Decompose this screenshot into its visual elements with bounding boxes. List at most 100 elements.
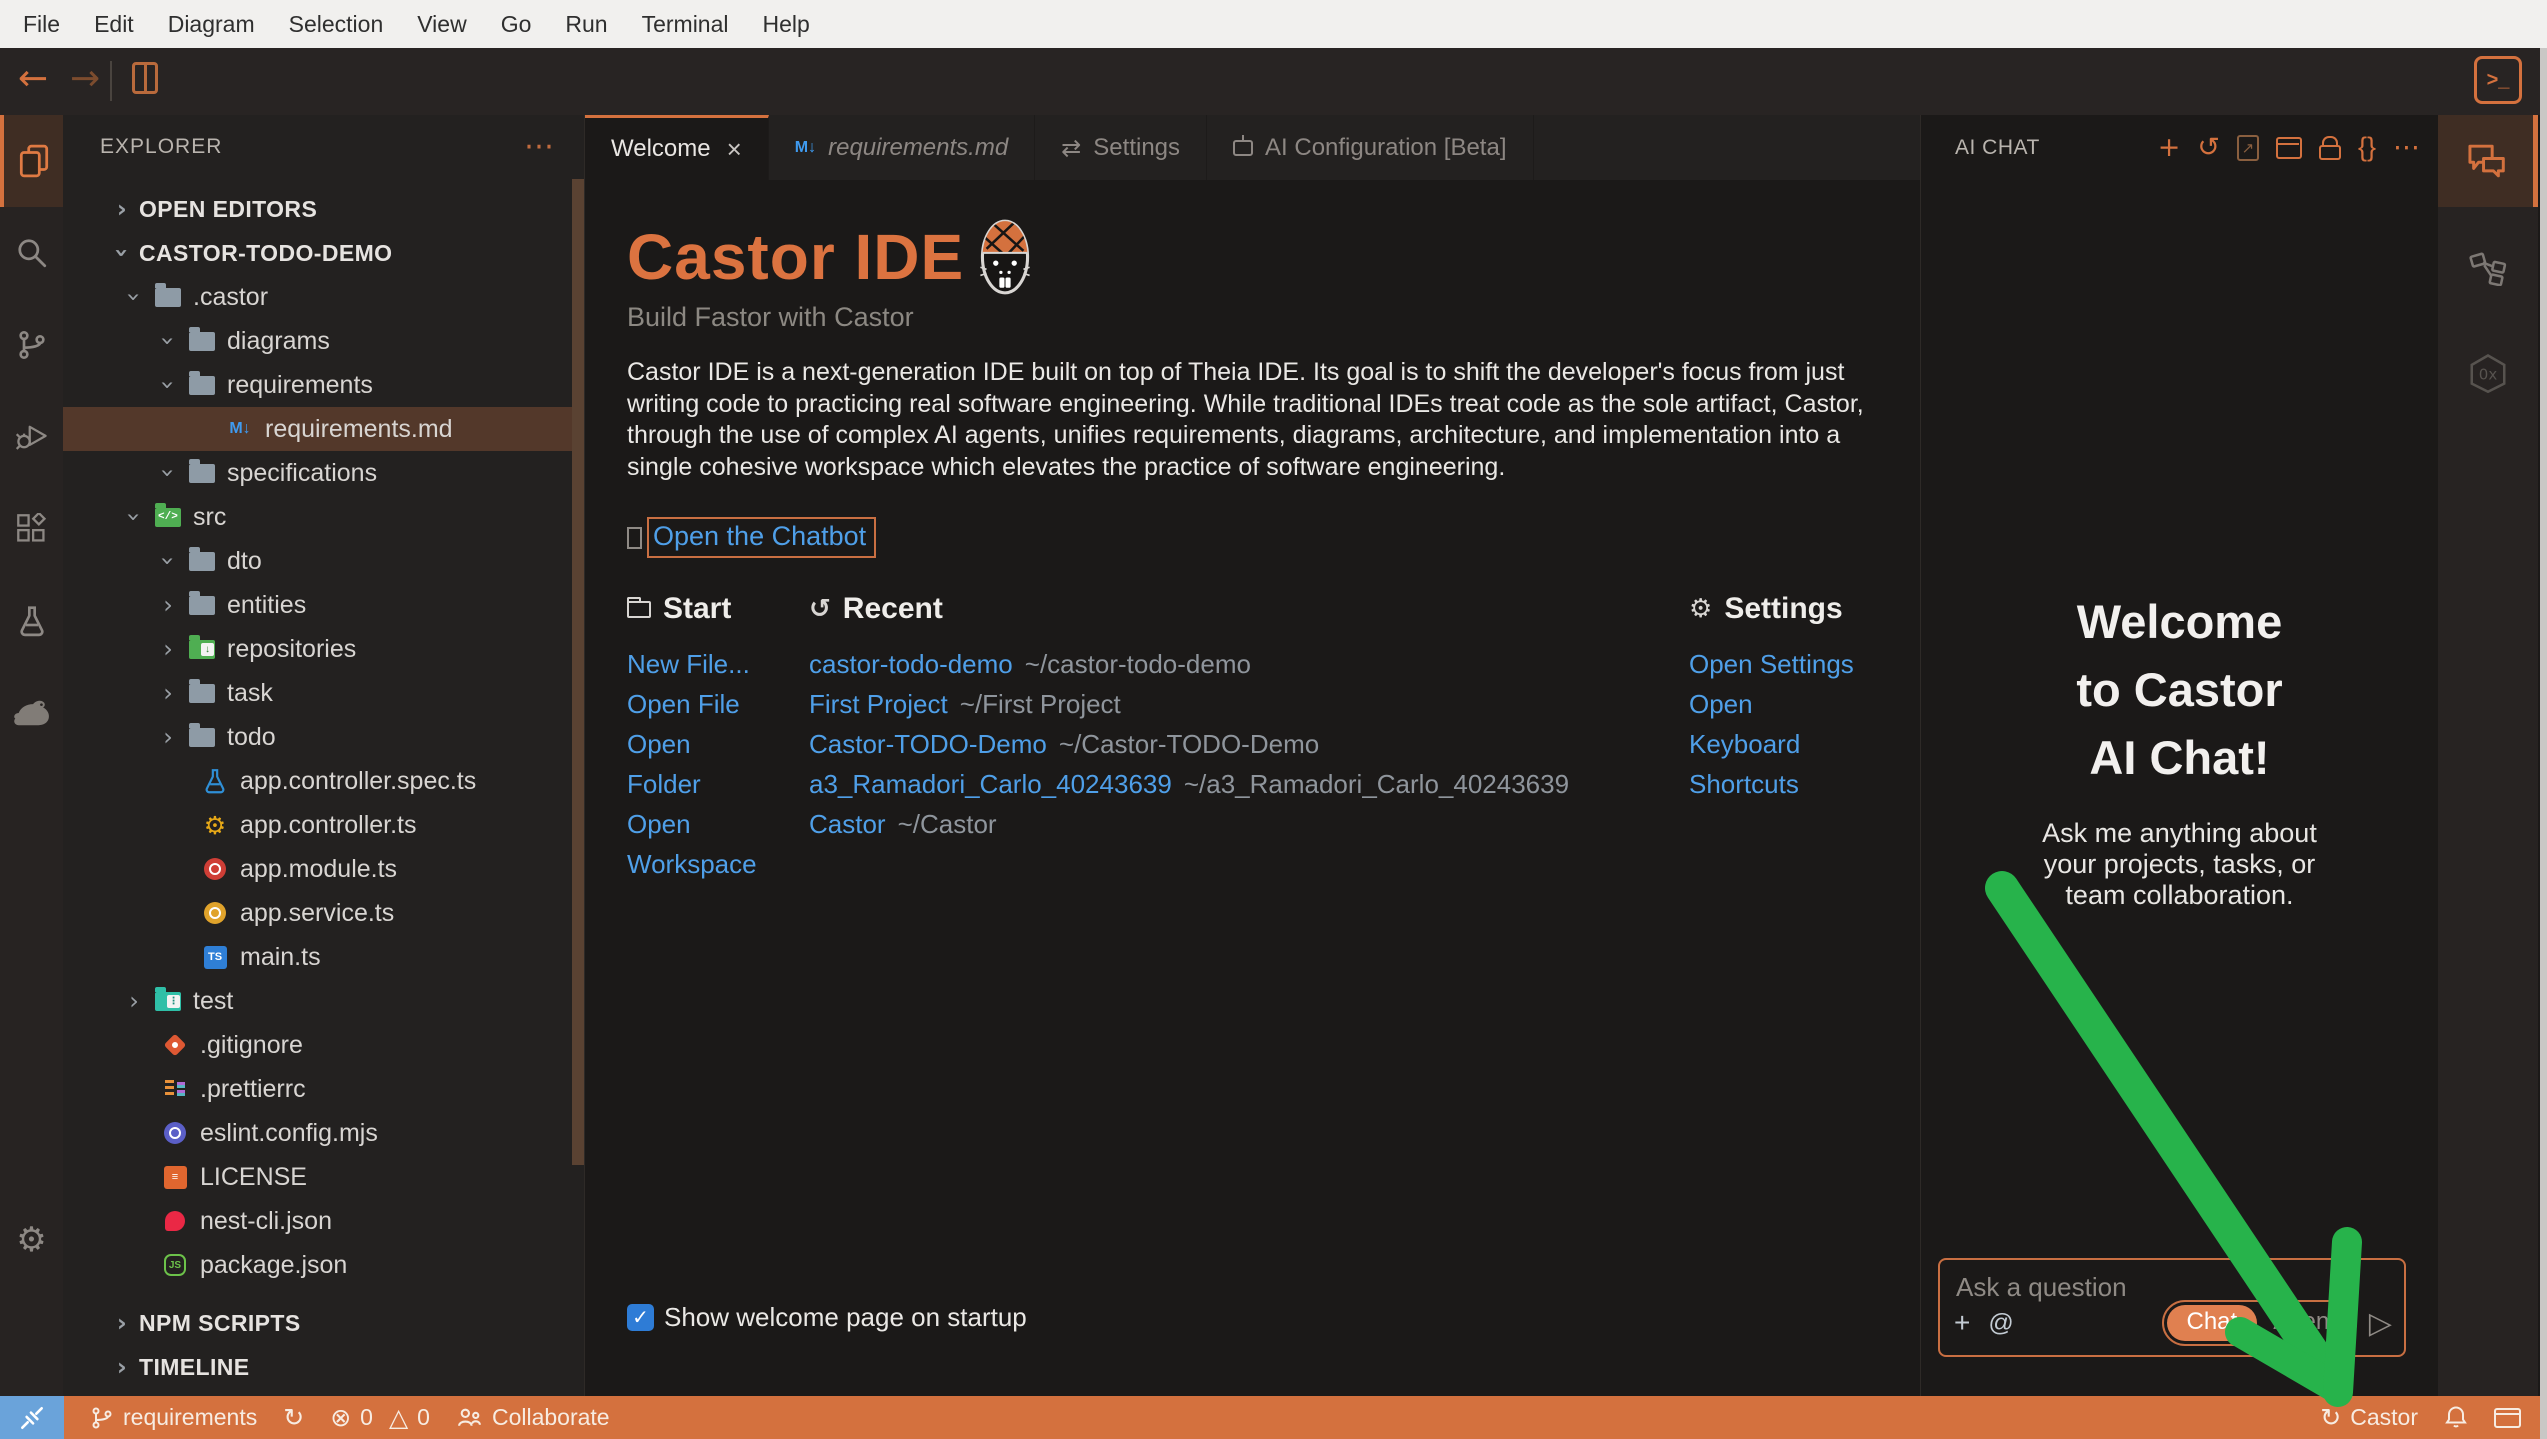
tree-item-requirements[interactable]: ›requirements: [63, 363, 584, 407]
tree-item-package-json[interactable]: JSpackage.json: [63, 1243, 584, 1287]
sidebar-item-testing[interactable]: [0, 575, 63, 667]
tab-ai-configuration-beta-[interactable]: AI Configuration [Beta]: [1207, 115, 1533, 180]
tree-item-test[interactable]: ›⋮test: [63, 979, 584, 1023]
back-arrow-icon[interactable]: ←: [18, 58, 48, 99]
sidebar-scrollbar[interactable]: [572, 179, 584, 1165]
recent-name[interactable]: a3_Ramadori_Carlo_40243639: [809, 769, 1172, 799]
tree-item--castor[interactable]: ›.castor: [63, 275, 584, 319]
menu-diagram[interactable]: Diagram: [151, 11, 272, 38]
sidebar-item-castor-beaver[interactable]: [0, 667, 63, 759]
recent-item[interactable]: castor-todo-demo~/castor-todo-demo: [809, 644, 1689, 684]
recent-item[interactable]: Castor-TODO-Demo~/Castor-TODO-Demo: [809, 724, 1689, 764]
recent-item[interactable]: a3_Ramadori_Carlo_40243639~/a3_Ramadori_…: [809, 764, 1689, 804]
more-icon[interactable]: ⋯: [2393, 132, 2420, 163]
link-open-folder[interactable]: Open Folder: [627, 724, 795, 804]
bell-icon[interactable]: [2444, 1404, 2468, 1431]
sidebar-item-diagram[interactable]: [2438, 223, 2538, 315]
show-welcome-checkbox[interactable]: ✓: [627, 1304, 654, 1331]
tree-item-app-controller-ts[interactable]: ⚙app.controller.ts: [63, 803, 584, 847]
braces-icon[interactable]: {}: [2358, 132, 2376, 163]
tree-item-license[interactable]: ≡LICENSE: [63, 1155, 584, 1199]
status-errors[interactable]: ⊗ 0: [330, 1403, 373, 1432]
sidebar-item-source-control[interactable]: [0, 299, 63, 391]
status-collaborate[interactable]: Collaborate: [456, 1404, 610, 1431]
tab-settings[interactable]: ⇄Settings: [1035, 115, 1207, 180]
mode-agent-button[interactable]: Agent: [2257, 1305, 2352, 1341]
recent-name[interactable]: castor-todo-demo: [809, 649, 1013, 679]
tree-item-src[interactable]: ›</>src: [63, 495, 584, 539]
tree-item-dto[interactable]: ›dto: [63, 539, 584, 583]
split-editor-icon[interactable]: [132, 62, 158, 94]
settings-gear-icon[interactable]: ⚙: [0, 1195, 63, 1285]
tab-requirements-md[interactable]: M↓requirements.md: [769, 115, 1035, 180]
open-chatbot-link[interactable]: Open the Chatbot: [647, 517, 876, 558]
tree-item-task[interactable]: ›task: [63, 671, 584, 715]
recent-name[interactable]: Castor-TODO-Demo: [809, 729, 1047, 759]
recent-item[interactable]: First Project~/First Project: [809, 684, 1689, 724]
sidebar-item-run-debug[interactable]: [0, 391, 63, 483]
sidebar-item-extensions[interactable]: [0, 483, 63, 575]
chat-input-box[interactable]: Ask a question + @ Chat Agent ▷: [1938, 1258, 2406, 1357]
link-open-settings[interactable]: Open Settings: [1689, 644, 1894, 684]
remote-indicator[interactable]: [0, 1396, 64, 1439]
tree-item-requirements-md[interactable]: M↓requirements.md: [63, 407, 584, 451]
tree-item-repositories[interactable]: ›↓repositories: [63, 627, 584, 671]
menu-help[interactable]: Help: [746, 11, 827, 38]
tree-item-label: app.controller.spec.ts: [240, 767, 476, 796]
link-open-keyboard-shortcuts[interactable]: Open Keyboard Shortcuts: [1689, 684, 1894, 804]
forward-arrow-icon[interactable]: →: [70, 58, 100, 99]
sidebar-item-hex[interactable]: 0x: [2438, 327, 2538, 419]
menu-go[interactable]: Go: [484, 11, 549, 38]
recent-name[interactable]: Castor: [809, 809, 886, 839]
tab-welcome[interactable]: Welcome×: [585, 115, 769, 180]
recent-name[interactable]: First Project: [809, 689, 948, 719]
history-icon[interactable]: ↺: [2197, 132, 2220, 163]
tree-item-app-module-ts[interactable]: app.module.ts: [63, 847, 584, 891]
tree-item-main-ts[interactable]: TSmain.ts: [63, 935, 584, 979]
toggle-panel-icon[interactable]: [2494, 1408, 2521, 1428]
terminal-icon[interactable]: >_: [2474, 56, 2522, 104]
tree-item-app-service-ts[interactable]: app.service.ts: [63, 891, 584, 935]
more-actions-icon[interactable]: ⋯: [524, 142, 554, 152]
tree-item-diagrams[interactable]: ›diagrams: [63, 319, 584, 363]
add-icon[interactable]: +: [2158, 132, 2181, 163]
tree-item-todo[interactable]: ›todo: [63, 715, 584, 759]
mention-at-icon[interactable]: @: [1988, 1309, 2013, 1338]
attach-plus-icon[interactable]: +: [1954, 1307, 1970, 1339]
tree-item-castor-todo-demo[interactable]: ›CASTOR-TODO-DEMO: [63, 231, 584, 275]
tree-item-eslint-config-mjs[interactable]: eslint.config.mjs: [63, 1111, 584, 1155]
window-scrollbar[interactable]: [2540, 48, 2547, 1439]
menu-selection[interactable]: Selection: [272, 11, 401, 38]
layout-panel-icon[interactable]: [2276, 137, 2302, 159]
status-castor-agent[interactable]: ↻ Castor: [2320, 1403, 2418, 1432]
link-open-file[interactable]: Open File: [627, 684, 795, 724]
tree-item--gitignore[interactable]: .gitignore: [63, 1023, 584, 1067]
send-icon[interactable]: ▷: [2369, 1306, 2392, 1341]
tree-item-npm-scripts[interactable]: ›NPM SCRIPTS: [63, 1301, 584, 1345]
sidebar-item-ai-chat[interactable]: [2438, 115, 2538, 207]
recent-item[interactable]: Castor~/Castor: [809, 804, 1689, 844]
tree-item-specifications[interactable]: ›specifications: [63, 451, 584, 495]
menu-edit[interactable]: Edit: [77, 11, 151, 38]
mode-chat-button[interactable]: Chat: [2167, 1305, 2258, 1341]
menu-run[interactable]: Run: [548, 11, 624, 38]
menu-terminal[interactable]: Terminal: [625, 11, 746, 38]
link-new-file-[interactable]: New File...: [627, 644, 795, 684]
tree-item-app-controller-spec-ts[interactable]: app.controller.spec.ts: [63, 759, 584, 803]
export-icon[interactable]: ↗: [2237, 135, 2259, 161]
status-branch[interactable]: requirements: [90, 1404, 257, 1431]
link-open-workspace[interactable]: Open Workspace: [627, 804, 795, 884]
tree-item-open-editors[interactable]: ›OPEN EDITORS: [63, 187, 584, 231]
tree-item-timeline[interactable]: ›TIMELINE: [63, 1345, 584, 1389]
menu-file[interactable]: File: [6, 11, 77, 38]
tree-item--prettierrc[interactable]: .prettierrc: [63, 1067, 584, 1111]
tree-item-entities[interactable]: ›entities: [63, 583, 584, 627]
menu-view[interactable]: View: [400, 11, 483, 38]
status-warnings[interactable]: △ 0: [389, 1403, 430, 1432]
status-sync[interactable]: ↻: [283, 1403, 304, 1432]
sidebar-item-explorer[interactable]: [0, 115, 63, 207]
unlock-icon[interactable]: [2319, 145, 2341, 160]
sidebar-item-search[interactable]: [0, 207, 63, 299]
close-icon[interactable]: ×: [727, 134, 742, 165]
tree-item-nest-cli-json[interactable]: nest-cli.json: [63, 1199, 584, 1243]
